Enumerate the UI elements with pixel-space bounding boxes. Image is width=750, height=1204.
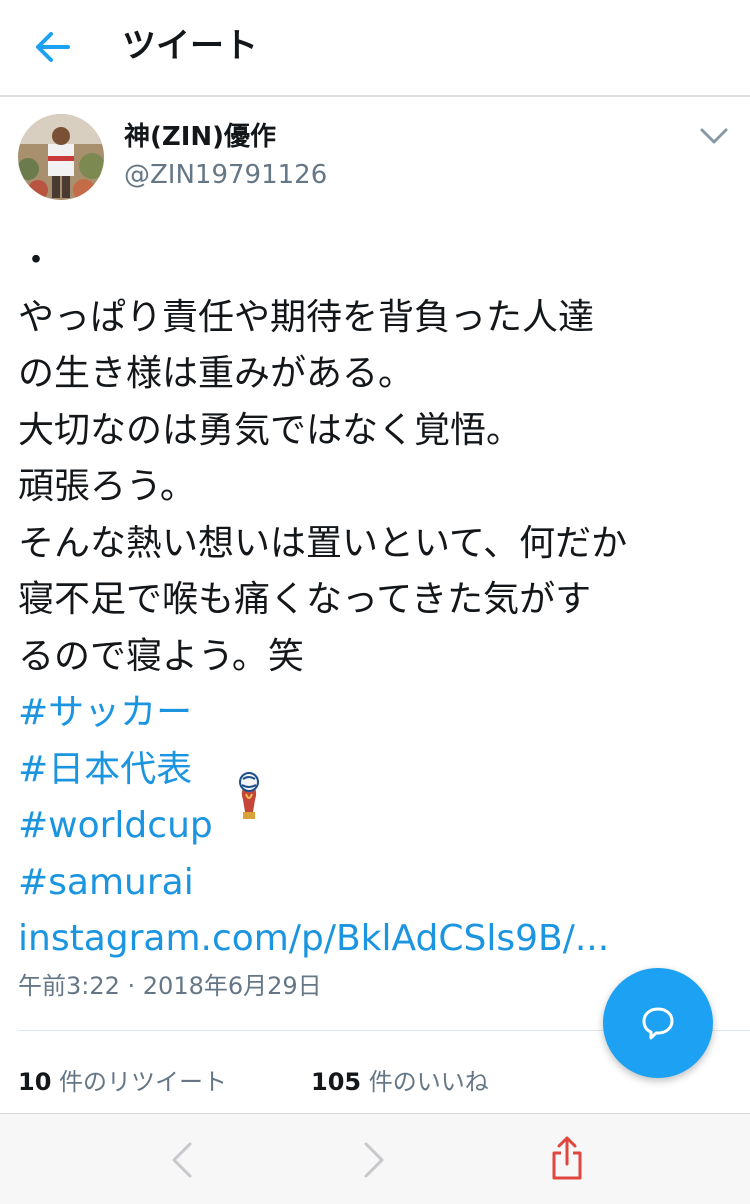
tweet-line: そんな熱い想いは置いといて、何だか [18, 522, 628, 564]
hashtag-worldcup[interactable]: #worldcup [18, 798, 738, 855]
retweet-count: 10 [18, 1068, 52, 1096]
tweet-line: やっぱり責任や期待を背負った人達 [18, 296, 595, 338]
hashtag-samurai[interactable]: #samurai [18, 855, 738, 912]
author-name[interactable]: 神(ZIN)優作 [124, 119, 276, 155]
like-label: 件のいいね [361, 1068, 489, 1096]
tweet-line: るので寝よう。笑 [18, 635, 304, 677]
browser-toolbar [0, 1113, 750, 1204]
like-stat[interactable]: 105 件のいいね [311, 1062, 489, 1102]
tweet-line: の生き様は重みがある。 [18, 353, 415, 394]
instagram-link[interactable]: instagram.com/p/BklAdCSls9B/... [18, 911, 738, 968]
retweet-label: 件のリツイート [51, 1068, 228, 1096]
author-handle[interactable]: @ZIN19791126 [124, 157, 327, 193]
page-title: ツイート [122, 26, 258, 66]
tweet-text: ・ やっぱり責任や期待を背負った人達 の生き様は重みがある。 大切なのは勇気では… [18, 233, 738, 968]
hashtag-japan-national-team[interactable]: #日本代表 [18, 742, 738, 799]
share-icon[interactable] [550, 1134, 584, 1182]
reply-button[interactable] [603, 968, 713, 1078]
tweet-line: ・ [18, 240, 55, 281]
avatar[interactable] [18, 114, 104, 200]
app-header: ツイート [0, 0, 750, 97]
like-count: 105 [311, 1068, 362, 1096]
tweet-line: 寝不足で喉も痛くなってきた気がす [18, 579, 592, 620]
chevron-right-icon[interactable] [362, 1140, 386, 1180]
tweet-line: 頑張ろう。 [18, 466, 196, 507]
chevron-down-icon[interactable] [700, 126, 728, 146]
tweet-timestamp: 午前3:22 · 2018年6月29日 [18, 972, 322, 1000]
world-cup-trophy-emoji [239, 772, 259, 819]
hashtag-soccer[interactable]: #サッカー [18, 685, 738, 742]
reply-bubble-icon [642, 1007, 674, 1040]
tweet-line: 大切なのは勇気ではなく覚悟。 [18, 409, 523, 451]
retweet-stat[interactable]: 10 件のリツイート [18, 1062, 227, 1102]
chevron-left-icon[interactable] [170, 1140, 194, 1180]
back-arrow-icon[interactable] [30, 24, 76, 70]
